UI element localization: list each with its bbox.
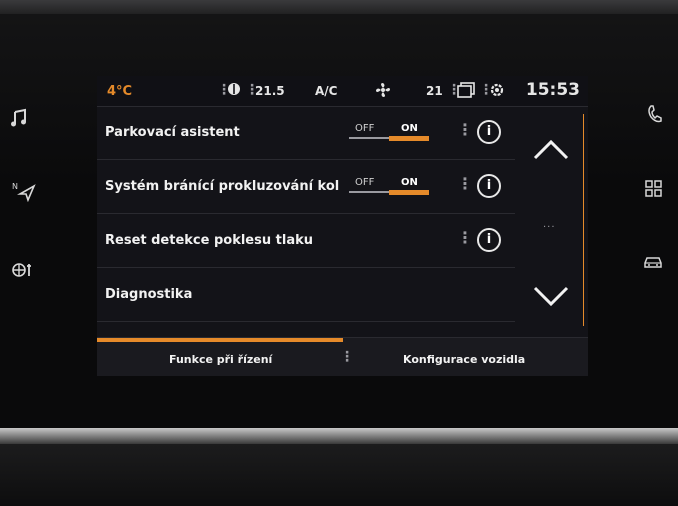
info-icon[interactable]: i (477, 228, 501, 252)
toggle-on-label: ON (401, 123, 418, 134)
list-item[interactable]: Parkovací asistent OFF ON ⋮ i (97, 106, 515, 160)
car-icon[interactable] (643, 253, 663, 273)
tab-vehicle-configuration[interactable]: Konfigurace vozidla (403, 353, 525, 366)
apps-grid-icon[interactable] (645, 180, 663, 201)
settings-gear-icon[interactable] (489, 82, 505, 101)
chrome-trim (0, 428, 678, 444)
scroll-controls: ··· (517, 106, 588, 337)
info-icon[interactable]: i (477, 120, 501, 144)
svg-text:N: N (12, 182, 18, 191)
dashboard-lower (0, 444, 678, 506)
fan-icon[interactable] (375, 82, 391, 101)
clock: 15:53 (525, 80, 580, 100)
list-item[interactable]: Systém bránící prokluzování kol OFF ON ⋮… (97, 160, 515, 214)
setting-label: Parkovací asistent (105, 125, 240, 140)
row-separator: ⋮ (457, 120, 473, 139)
toggle-off-label: OFF (355, 123, 375, 134)
setting-label: Diagnostika (105, 287, 193, 302)
infotainment-screen: 4°C ⋮ ⋮ 21.5 A/C 21 ⋮ ⋮ 15:53 Parkovací … (97, 76, 588, 376)
bottom-tab-bar: Funkce při řízení ⋮ Konfigurace vozidla (97, 337, 588, 376)
list-item[interactable]: Diagnostika (97, 268, 515, 322)
scroll-up-icon[interactable] (531, 128, 571, 168)
toggle-on-label: ON (401, 177, 418, 188)
music-note-icon[interactable] (10, 108, 28, 131)
ac-indicator[interactable]: A/C (315, 84, 337, 98)
outside-temperature: 4°C (107, 84, 133, 99)
tab-driving-functions[interactable]: Funkce při řízení (169, 353, 272, 366)
climate-fan-icon[interactable] (12, 260, 36, 283)
toggle-fill (389, 190, 429, 195)
temperature-setting[interactable]: 21.5 (255, 84, 285, 98)
phone-icon[interactable] (646, 104, 664, 127)
seat-heating-icon[interactable] (227, 82, 241, 101)
fan-level[interactable]: 21 (426, 84, 443, 98)
setting-label: Systém bránící prokluzování kol (105, 179, 340, 194)
navigation-icon[interactable]: N (12, 180, 36, 205)
row-separator: ⋮ (457, 174, 473, 193)
toggle-fill (389, 136, 429, 141)
active-tab-indicator (97, 338, 343, 342)
parking-assist-toggle[interactable]: OFF ON (349, 123, 429, 141)
scroll-position-dots: ··· (543, 222, 556, 233)
setting-label: Reset detekce poklesu tlaku (105, 233, 313, 248)
scrollbar[interactable] (583, 114, 584, 326)
row-separator: ⋮ (457, 228, 473, 247)
status-bar: 4°C ⋮ ⋮ 21.5 A/C 21 ⋮ ⋮ 15:53 (97, 76, 588, 107)
windows-icon[interactable] (457, 82, 475, 101)
settings-list: Parkovací asistent OFF ON ⋮ i Systém brá… (97, 106, 515, 322)
traction-control-toggle[interactable]: OFF ON (349, 177, 429, 195)
toggle-off-label: OFF (355, 177, 375, 188)
info-icon[interactable]: i (477, 174, 501, 198)
tab-separator: ⋮ (340, 349, 354, 365)
scroll-down-icon[interactable] (531, 276, 571, 316)
list-item[interactable]: Reset detekce poklesu tlaku ⋮ i (97, 214, 515, 268)
